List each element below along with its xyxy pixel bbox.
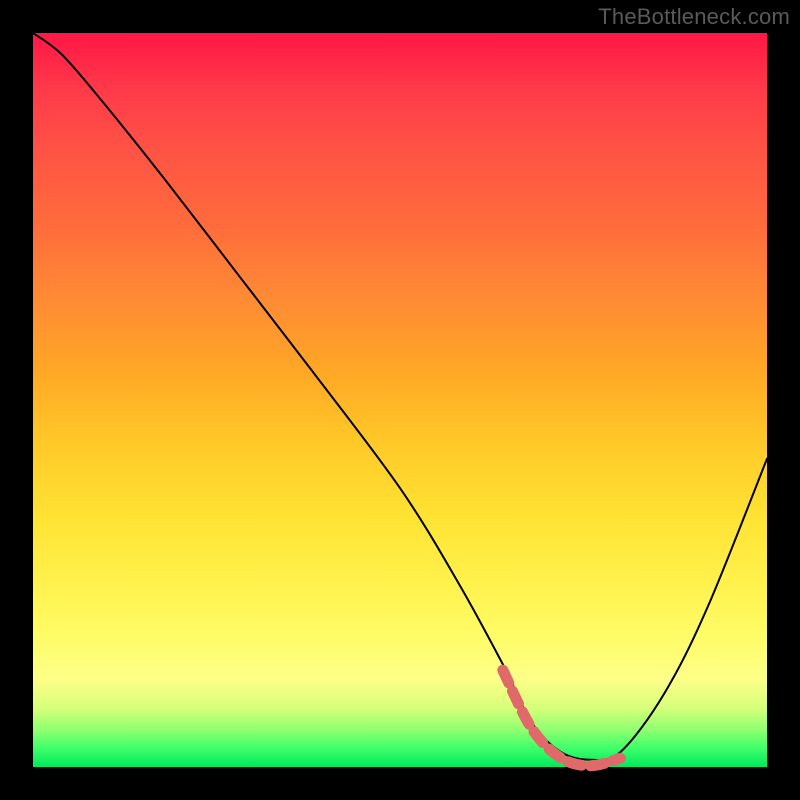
watermark-text: TheBottleneck.com <box>598 4 790 30</box>
curve-svg <box>33 33 767 767</box>
plot-area <box>33 33 767 767</box>
bottleneck-curve <box>33 33 767 760</box>
chart-frame: TheBottleneck.com <box>0 0 800 800</box>
